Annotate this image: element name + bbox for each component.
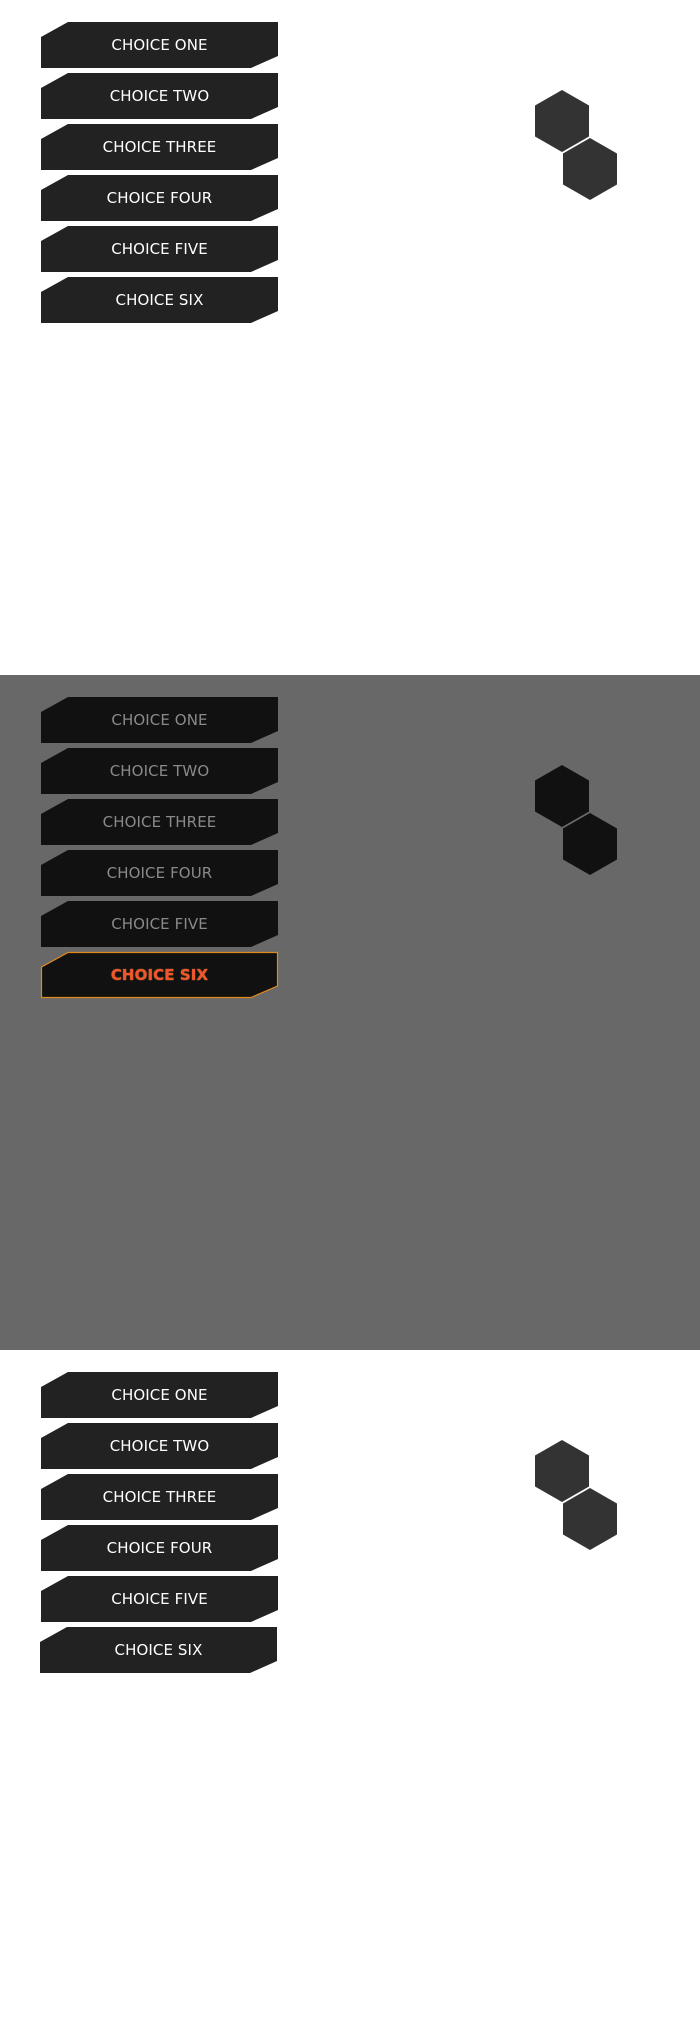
choice-menu: CHOICE ONE CHOICE TWO CHOICE THREE CHOIC… [40,1372,278,1678]
choice-three-button[interactable]: CHOICE THREE [41,799,278,845]
hexagon-icon [563,1488,617,1550]
choice-menu: CHOICE ONE CHOICE TWO CHOICE THREE CHOIC… [41,22,278,328]
menu-panel-default: CHOICE ONE CHOICE TWO CHOICE THREE CHOIC… [0,0,700,675]
choice-two-label: CHOICE TWO [109,87,210,105]
choice-four-label: CHOICE FOUR [106,1539,213,1557]
hexagon-decoration [535,765,620,880]
choice-menu: CHOICE ONE CHOICE TWO CHOICE THREE CHOIC… [40,697,279,1003]
choice-five-label: CHOICE FIVE [111,915,208,933]
choice-four-button[interactable]: CHOICE FOUR [41,175,278,221]
choice-two-button[interactable]: CHOICE TWO [41,1423,278,1469]
menu-panel-pressed: CHOICE ONE CHOICE TWO CHOICE THREE CHOIC… [0,1350,700,2025]
choice-five-label: CHOICE FIVE [111,1590,208,1608]
hexagon-decoration [535,1440,620,1555]
hexagon-icon [563,813,617,875]
choice-six-button-focused[interactable]: CHOICE SIX [40,951,279,999]
hexagon-icon [563,138,617,200]
choice-six-button-pressed[interactable]: CHOICE SIX [40,1627,277,1673]
choice-one-button[interactable]: CHOICE ONE [41,22,278,68]
choice-three-label: CHOICE THREE [102,138,217,156]
choice-five-button[interactable]: CHOICE FIVE [41,226,278,272]
choice-five-button[interactable]: CHOICE FIVE [41,901,278,947]
choice-five-button[interactable]: CHOICE FIVE [41,1576,278,1622]
choice-two-button[interactable]: CHOICE TWO [41,748,278,794]
hexagon-decoration [535,90,620,205]
choice-one-label: CHOICE ONE [111,1386,208,1404]
choice-three-button[interactable]: CHOICE THREE [41,124,278,170]
choice-one-label: CHOICE ONE [111,711,208,729]
choice-four-button[interactable]: CHOICE FOUR [41,1525,278,1571]
choice-six-label: CHOICE SIX [115,291,204,309]
choice-three-label: CHOICE THREE [102,813,217,831]
choice-six-button[interactable]: CHOICE SIX [41,277,278,323]
choice-three-button[interactable]: CHOICE THREE [41,1474,278,1520]
choice-four-button[interactable]: CHOICE FOUR [41,850,278,896]
choice-three-label: CHOICE THREE [102,1488,217,1506]
choice-four-label: CHOICE FOUR [106,864,213,882]
choice-two-label: CHOICE TWO [109,762,210,780]
choice-two-label: CHOICE TWO [109,1437,210,1455]
choice-six-label: CHOICE SIX [114,1641,203,1659]
choice-two-button[interactable]: CHOICE TWO [41,73,278,119]
choice-four-label: CHOICE FOUR [106,189,213,207]
choice-six-label: CHOICE SIX [110,966,209,984]
menu-panel-focused: CHOICE ONE CHOICE TWO CHOICE THREE CHOIC… [0,675,700,1350]
choice-five-label: CHOICE FIVE [111,240,208,258]
choice-one-button[interactable]: CHOICE ONE [41,1372,278,1418]
choice-one-label: CHOICE ONE [111,36,208,54]
choice-one-button[interactable]: CHOICE ONE [41,697,278,743]
